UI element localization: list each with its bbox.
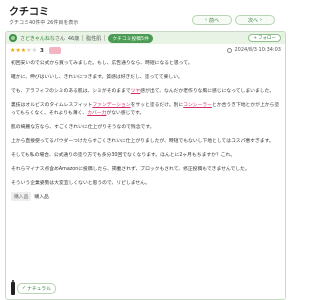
review-text: 感が出て、なんだか老作りな風に感じになってしまいました。: [140, 89, 275, 94]
plus-icon: +: [253, 35, 257, 41]
review-card: さどきゃんねなさん 46歳 脂性肌 クチコミ投稿5件 + フォロー ★★★★★ …: [5, 31, 286, 300]
keyword-link[interactable]: カバー力: [87, 111, 106, 116]
review-text: 初回安いので公式から買ってみました。もし、広告通りなら、時短になると思って。: [11, 61, 193, 66]
divider: [82, 35, 84, 41]
next-button-label: 次へ: [247, 17, 258, 24]
review-paragraph: そしても私の場合、公式通りの塗り方でも多分30回でなくなります。ほんとに2ヶ月も…: [11, 152, 280, 160]
keyword-link[interactable]: コンシーラー: [183, 103, 212, 108]
review-paragraph: 肌の綺麗な方なら、すごくきれいに仕上がりそうなので残念です。: [11, 124, 280, 132]
check-icon: ✓: [22, 286, 27, 291]
review-paragraph: 確かに、伸びはいいし、きれいにつきます。質感は好きだし、塗ってて楽しい。: [11, 74, 280, 82]
page-title: クチコミ: [9, 7, 49, 18]
like-icon[interactable]: [48, 47, 61, 54]
follow-button[interactable]: + フォロー: [248, 34, 281, 42]
prev-button-label: 前へ: [208, 17, 219, 24]
review-text: でも、アラフィフのシミのある肌は、シミがそのままで: [11, 89, 131, 94]
keyword-link[interactable]: ファンデーション: [92, 103, 130, 108]
product-chip[interactable]: ✓ ナチュラル: [17, 283, 57, 294]
pagination: ‹ 前へ 次へ ›: [192, 15, 275, 25]
chevron-right-icon: ›: [260, 17, 262, 23]
review-date-text: 2024/8/3 10:34:03: [234, 47, 281, 53]
star-rating: ★★★★★: [10, 47, 37, 54]
user-age: 46歳: [67, 35, 80, 42]
star-empty-icon: ★: [31, 47, 37, 54]
review-count-summary: クチコミ40件中 26件目を表示: [9, 20, 79, 26]
tag-row: 購入品 購入品: [6, 192, 285, 201]
rating-score: 3: [39, 47, 44, 54]
user-name-text[interactable]: さどきゃんねな: [20, 36, 55, 42]
user-name[interactable]: さどきゃんねなさん: [20, 35, 65, 42]
avatar[interactable]: [9, 34, 17, 42]
review-text: 裏技はオルビスのタイムレスフィット: [11, 103, 93, 108]
review-text: をサッと塗るだけ。別に: [130, 103, 184, 108]
skin-type: 脂性肌: [86, 35, 102, 42]
review-paragraph: 初回安いので公式から買ってみました。もし、広告通りなら、時短になると思って。: [11, 60, 280, 68]
review-text: 肌の綺麗な方なら、すごくきれいに仕上がりそうなので残念です。: [11, 125, 155, 130]
review-header: さどきゃんねなさん 46歳 脂性肌 クチコミ投稿5件 + フォロー: [6, 32, 285, 44]
review-text: そういう企業姿勢は大変宜しくないと思うので、リピしません。: [11, 181, 150, 186]
review-paragraph: でも、アラフィフのシミのある肌は、シミがそのままでツヤ感が出て、なんだか老作りな…: [11, 88, 280, 96]
clock-icon: [227, 47, 233, 53]
next-button[interactable]: 次へ ›: [235, 15, 275, 25]
user-suffix: さん: [54, 35, 65, 42]
review-paragraph: 上から直接使ってるパウダーつけたらすごくきれいに仕上がりましたが、時短でもないし…: [11, 138, 280, 146]
product-label: ナチュラル: [27, 287, 52, 292]
divider: [104, 35, 106, 41]
review-paragraph: それらマイナス点含めAmazonに投稿したら、掲載されず、ブロックもされて、修正…: [11, 166, 280, 174]
review-text: 上から直接使ってるパウダーつけたらすごくきれいに仕上がりましたが、時短でもないし…: [11, 139, 274, 144]
product-bottle-icon: [11, 280, 15, 295]
prev-button[interactable]: ‹ 前へ: [192, 15, 232, 25]
review-date: 2024/8/3 10:34:03: [227, 47, 281, 53]
product-item[interactable]: ✓ ナチュラル: [11, 280, 57, 295]
review-text: そしても私の場合、公式通りの塗り方でも多分30回でなくなります。ほんとに2ヶ月も…: [11, 153, 236, 158]
keyword-link[interactable]: ツヤ: [131, 89, 141, 94]
review-paragraph: 裏技はオルビスのタイムレスフィットファンデーションをサッと塗るだけ。別にコンシー…: [11, 102, 280, 118]
review-text: それらマイナス点含めAmazonに投稿したら、掲載されず、ブロックもされて、修正…: [11, 167, 250, 172]
chevron-left-icon: ‹: [204, 17, 207, 23]
review-paragraph: そういう企業姿勢は大変宜しくないと思うので、リピしません。: [11, 180, 280, 188]
tag-label: 購入品: [11, 192, 32, 201]
review-count-badge[interactable]: クチコミ投稿5件: [108, 33, 153, 43]
review-body: 初回安いので公式から買ってみました。もし、広告通りなら、時短になると思って。 確か…: [6, 57, 285, 188]
review-text: がない感じです。: [106, 111, 145, 116]
tag-value: 購入品: [34, 195, 49, 200]
rating-row: ★★★★★ 3 2024/8/3 10:34:03: [6, 44, 285, 57]
follow-label: フォロー: [258, 36, 276, 41]
review-text: 確かに、伸びはいいし、きれいにつきます。質感は好きだし、塗ってて楽しい。: [11, 75, 183, 80]
